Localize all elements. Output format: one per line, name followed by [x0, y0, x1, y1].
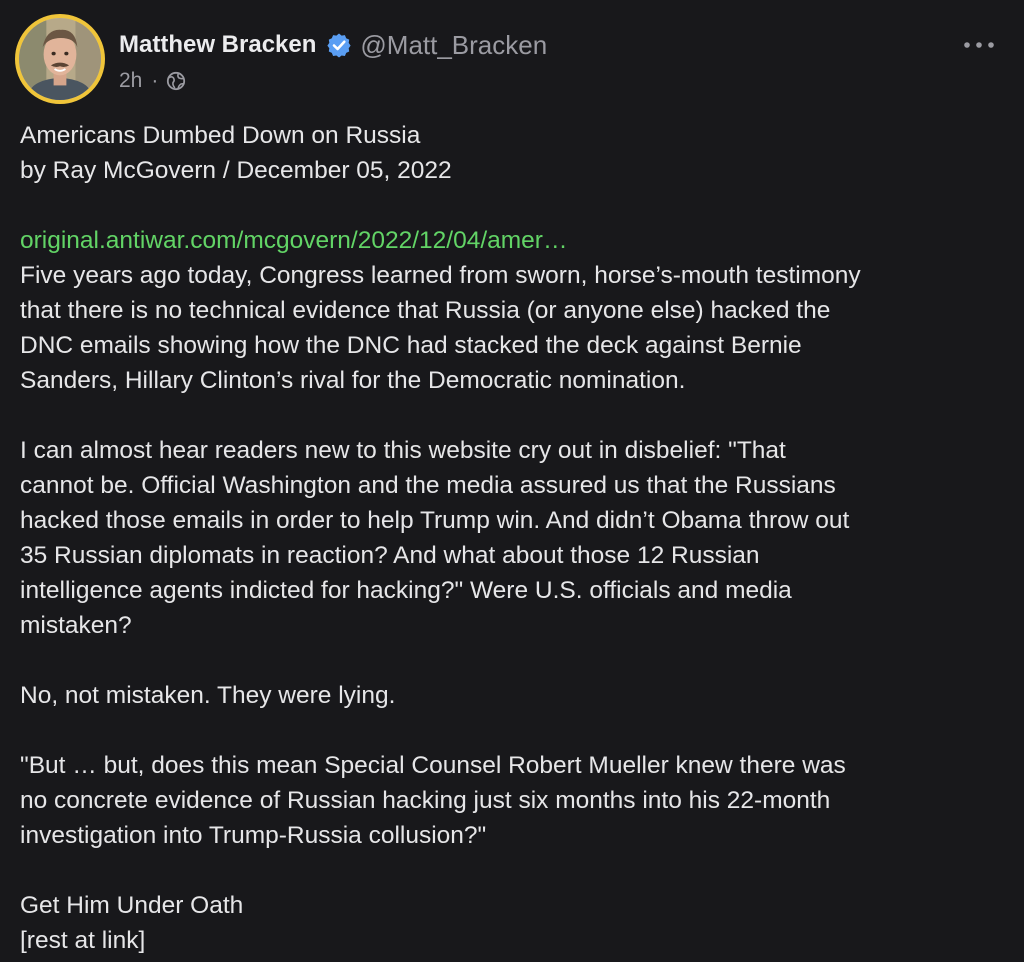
body-line: DNC emails showing how the DNC had stack… — [20, 332, 802, 359]
post-title-line: Americans Dumbed Down on Russia — [20, 122, 421, 149]
body-line: Five years ago today, Congress learned f… — [20, 262, 861, 289]
body-line: "But … but, does this mean Special Couns… — [20, 752, 846, 779]
body-line: hacked those emails in order to help Tru… — [20, 507, 850, 534]
post-header: Matthew Bracken @Matt_Bracken — [119, 28, 547, 62]
body-line: No, not mistaken. They were lying. — [20, 682, 396, 709]
author-handle[interactable]: @Matt_Bracken — [360, 30, 547, 61]
more-horizontal-icon — [964, 42, 994, 48]
body-line: no concrete evidence of Russian hacking … — [20, 787, 831, 814]
verified-badge-icon — [326, 32, 352, 58]
body-line: 35 Russian diplomats in reaction? And wh… — [20, 542, 760, 569]
post-timestamp[interactable]: 2h — [119, 69, 142, 93]
more-options-button[interactable] — [958, 28, 1000, 62]
body-line: that there is no technical evidence that… — [20, 297, 831, 324]
article-link[interactable]: original.antiwar.com/mcgovern/2022/12/04… — [20, 227, 567, 254]
author-avatar[interactable] — [15, 14, 105, 104]
meta-separator: · — [151, 69, 159, 92]
avatar-portrait-icon — [19, 18, 101, 100]
body-line: intelligence agents indicted for hacking… — [20, 577, 792, 604]
post-body: Americans Dumbed Down on Russia by Ray M… — [20, 118, 1010, 958]
body-line: mistaken? — [20, 612, 132, 639]
post-card: Matthew Bracken @Matt_Bracken 2h · Ameri… — [0, 0, 1024, 962]
body-line: investigation into Trump-Russia collusio… — [20, 822, 487, 849]
body-line: cannot be. Official Washington and the m… — [20, 472, 836, 499]
body-line: Get Him Under Oath — [20, 892, 244, 919]
body-line: [rest at link] — [20, 927, 146, 954]
globe-icon — [166, 71, 186, 91]
body-line: I can almost hear readers new to this we… — [20, 437, 786, 464]
author-display-name[interactable]: Matthew Bracken — [119, 31, 316, 59]
post-byline: by Ray McGovern / December 05, 2022 — [20, 157, 452, 184]
body-line: Sanders, Hillary Clinton’s rival for the… — [20, 367, 686, 394]
post-meta: 2h · — [119, 67, 186, 95]
